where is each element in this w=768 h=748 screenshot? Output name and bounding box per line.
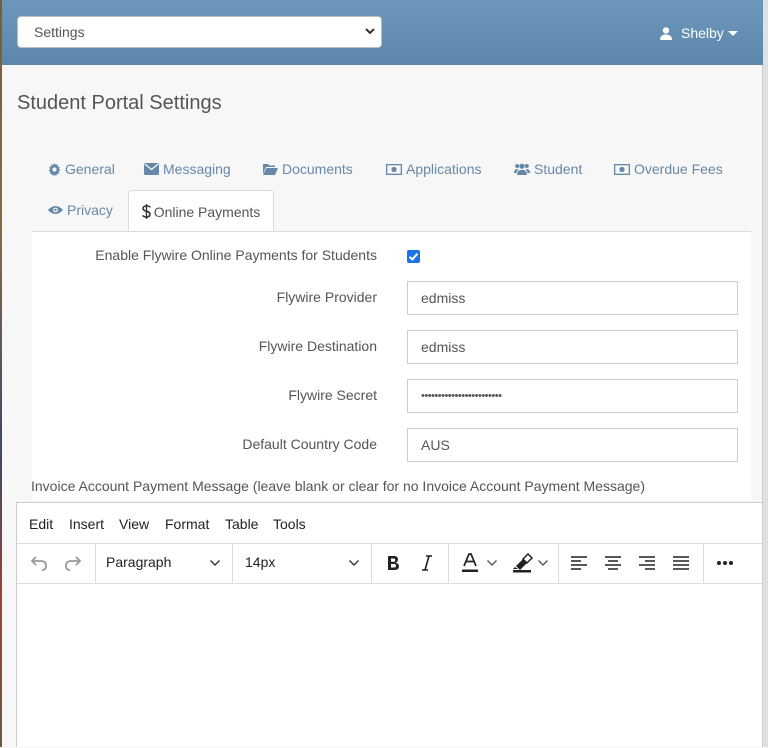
align-justify-button[interactable] xyxy=(667,551,695,575)
settings-select-value: Settings xyxy=(34,24,85,40)
flywire-secret-label: Flywire Secret xyxy=(288,387,377,403)
chevron-down-icon xyxy=(487,560,497,566)
tab-messaging-label: Messaging xyxy=(163,161,231,177)
tab-general-label: General xyxy=(65,161,115,177)
menu-format[interactable]: Format xyxy=(165,516,209,532)
flywire-destination-label: Flywire Destination xyxy=(258,338,377,354)
align-left-icon xyxy=(571,556,587,570)
enable-flywire-label: Enable Flywire Online Payments for Stude… xyxy=(95,247,377,263)
toolbar-divider xyxy=(558,543,559,583)
align-left-button[interactable] xyxy=(565,551,593,575)
chevron-down-icon xyxy=(210,560,220,566)
money-icon xyxy=(614,163,630,175)
tab-documents-label: Documents xyxy=(282,161,353,177)
flywire-destination-input[interactable]: edmiss xyxy=(407,330,738,364)
font-size-value: 14px xyxy=(245,554,276,570)
window-left-edge xyxy=(0,0,2,747)
tab-applications[interactable]: Applications xyxy=(386,161,482,177)
users-icon xyxy=(514,163,530,175)
settings-select[interactable]: Settings xyxy=(17,16,382,48)
enable-flywire-checkbox[interactable] xyxy=(407,250,420,263)
user-menu[interactable]: Shelby xyxy=(660,22,738,44)
menu-table[interactable]: Table xyxy=(225,516,258,532)
highlight-color-button[interactable] xyxy=(507,551,555,575)
align-justify-icon xyxy=(673,556,689,570)
tab-general[interactable]: General xyxy=(48,161,115,177)
align-right-icon xyxy=(639,556,655,570)
tab-student-label: Student xyxy=(534,161,583,177)
bold-button[interactable] xyxy=(379,551,407,575)
flywire-secret-input[interactable]: •••••••••••••••••••••••• xyxy=(407,379,738,413)
redo-icon xyxy=(65,556,82,571)
tab-student[interactable]: Student xyxy=(514,161,582,177)
chevron-down-icon xyxy=(365,17,375,59)
block-format-value: Paragraph xyxy=(106,554,172,570)
highlighter-icon xyxy=(513,553,534,573)
chevron-down-icon xyxy=(538,560,548,566)
money-icon xyxy=(386,163,402,175)
menu-tools[interactable]: Tools xyxy=(273,516,306,532)
folder-open-icon xyxy=(263,164,278,175)
gear-icon xyxy=(48,162,61,176)
toolbar-divider xyxy=(703,543,704,583)
undo-icon xyxy=(30,556,47,571)
chevron-down-icon xyxy=(349,560,359,566)
align-center-icon xyxy=(605,556,621,570)
user-name: Shelby xyxy=(681,25,724,41)
bold-icon xyxy=(388,556,399,570)
default-country-code-label: Default Country Code xyxy=(242,436,377,452)
page-title: Student Portal Settings xyxy=(17,92,222,114)
redo-button[interactable] xyxy=(59,551,87,575)
dollar-icon xyxy=(141,204,151,219)
toolbar-divider xyxy=(371,543,372,583)
tab-documents[interactable]: Documents xyxy=(263,161,353,177)
toolbar-divider xyxy=(448,543,449,583)
tab-online-payments-label: Online Payments xyxy=(153,203,261,220)
font-size-dropdown[interactable]: 14px xyxy=(233,543,371,583)
tab-privacy[interactable]: Privacy xyxy=(48,202,113,218)
menu-insert[interactable]: Insert xyxy=(69,516,104,532)
caret-down-icon xyxy=(727,30,738,36)
top-navbar: Settings Shelby xyxy=(2,0,763,65)
default-country-code-input[interactable]: AUS xyxy=(407,428,738,462)
align-center-button[interactable] xyxy=(599,551,627,575)
tab-overdue-fees-label: Overdue Fees xyxy=(634,161,723,177)
checkmark-icon xyxy=(408,252,419,261)
eye-icon xyxy=(48,206,63,214)
menu-edit[interactable]: Edit xyxy=(29,516,53,532)
invoice-message-label: Invoice Account Payment Message (leave b… xyxy=(31,478,645,494)
tab-privacy-label: Privacy xyxy=(67,202,113,218)
align-right-button[interactable] xyxy=(633,551,661,575)
block-format-dropdown[interactable]: Paragraph xyxy=(96,543,232,583)
editor-menubar: Edit Insert View Format Table Tools xyxy=(17,503,762,544)
menu-view[interactable]: View xyxy=(119,516,149,532)
text-color-icon xyxy=(462,553,478,572)
ellipsis-icon xyxy=(717,561,733,565)
editor-toolbar: Paragraph 14px xyxy=(17,543,762,584)
flywire-provider-input[interactable]: edmiss xyxy=(407,281,738,315)
italic-button[interactable] xyxy=(413,551,441,575)
tab-messaging[interactable]: Messaging xyxy=(144,161,231,177)
tab-online-payments[interactable]: Online Payments xyxy=(128,190,274,232)
user-icon xyxy=(660,26,672,40)
flywire-provider-label: Flywire Provider xyxy=(276,289,377,305)
more-options-button[interactable] xyxy=(711,551,739,575)
text-color-button[interactable] xyxy=(457,551,503,575)
editor-content-area[interactable] xyxy=(17,583,762,748)
undo-button[interactable] xyxy=(25,551,53,575)
rich-text-editor: Edit Insert View Format Table Tools Para… xyxy=(16,502,763,747)
tab-applications-label: Applications xyxy=(406,161,482,177)
tab-overdue-fees[interactable]: Overdue Fees xyxy=(614,161,723,177)
envelope-icon xyxy=(144,163,159,175)
italic-icon xyxy=(422,555,432,571)
